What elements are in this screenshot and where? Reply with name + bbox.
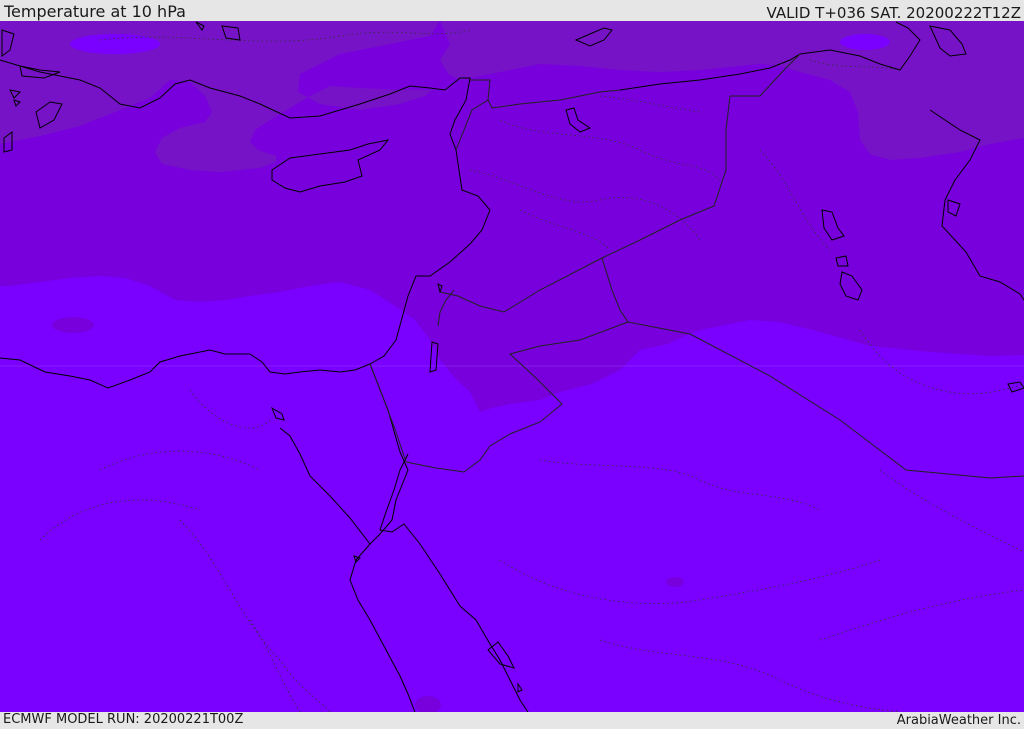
map-title: Temperature at 10 hPa <box>4 2 186 21</box>
model-run-label: ECMWF MODEL RUN: 20200221T00Z <box>3 712 244 727</box>
credit-label: ArabiaWeather Inc. <box>896 713 1021 728</box>
valid-time-label: VALID T+036 SAT. 20200222T12Z <box>766 4 1021 22</box>
temperature-cell-north <box>70 34 160 54</box>
temperature-cell-north-east <box>840 34 890 50</box>
temperature-cell-west <box>52 317 94 333</box>
temperature-map <box>0 21 1024 712</box>
map-canvas <box>0 21 1024 712</box>
temperature-cell-arabia <box>666 577 684 587</box>
weather-map-page: Temperature at 10 hPa VALID T+036 SAT. 2… <box>0 0 1024 729</box>
